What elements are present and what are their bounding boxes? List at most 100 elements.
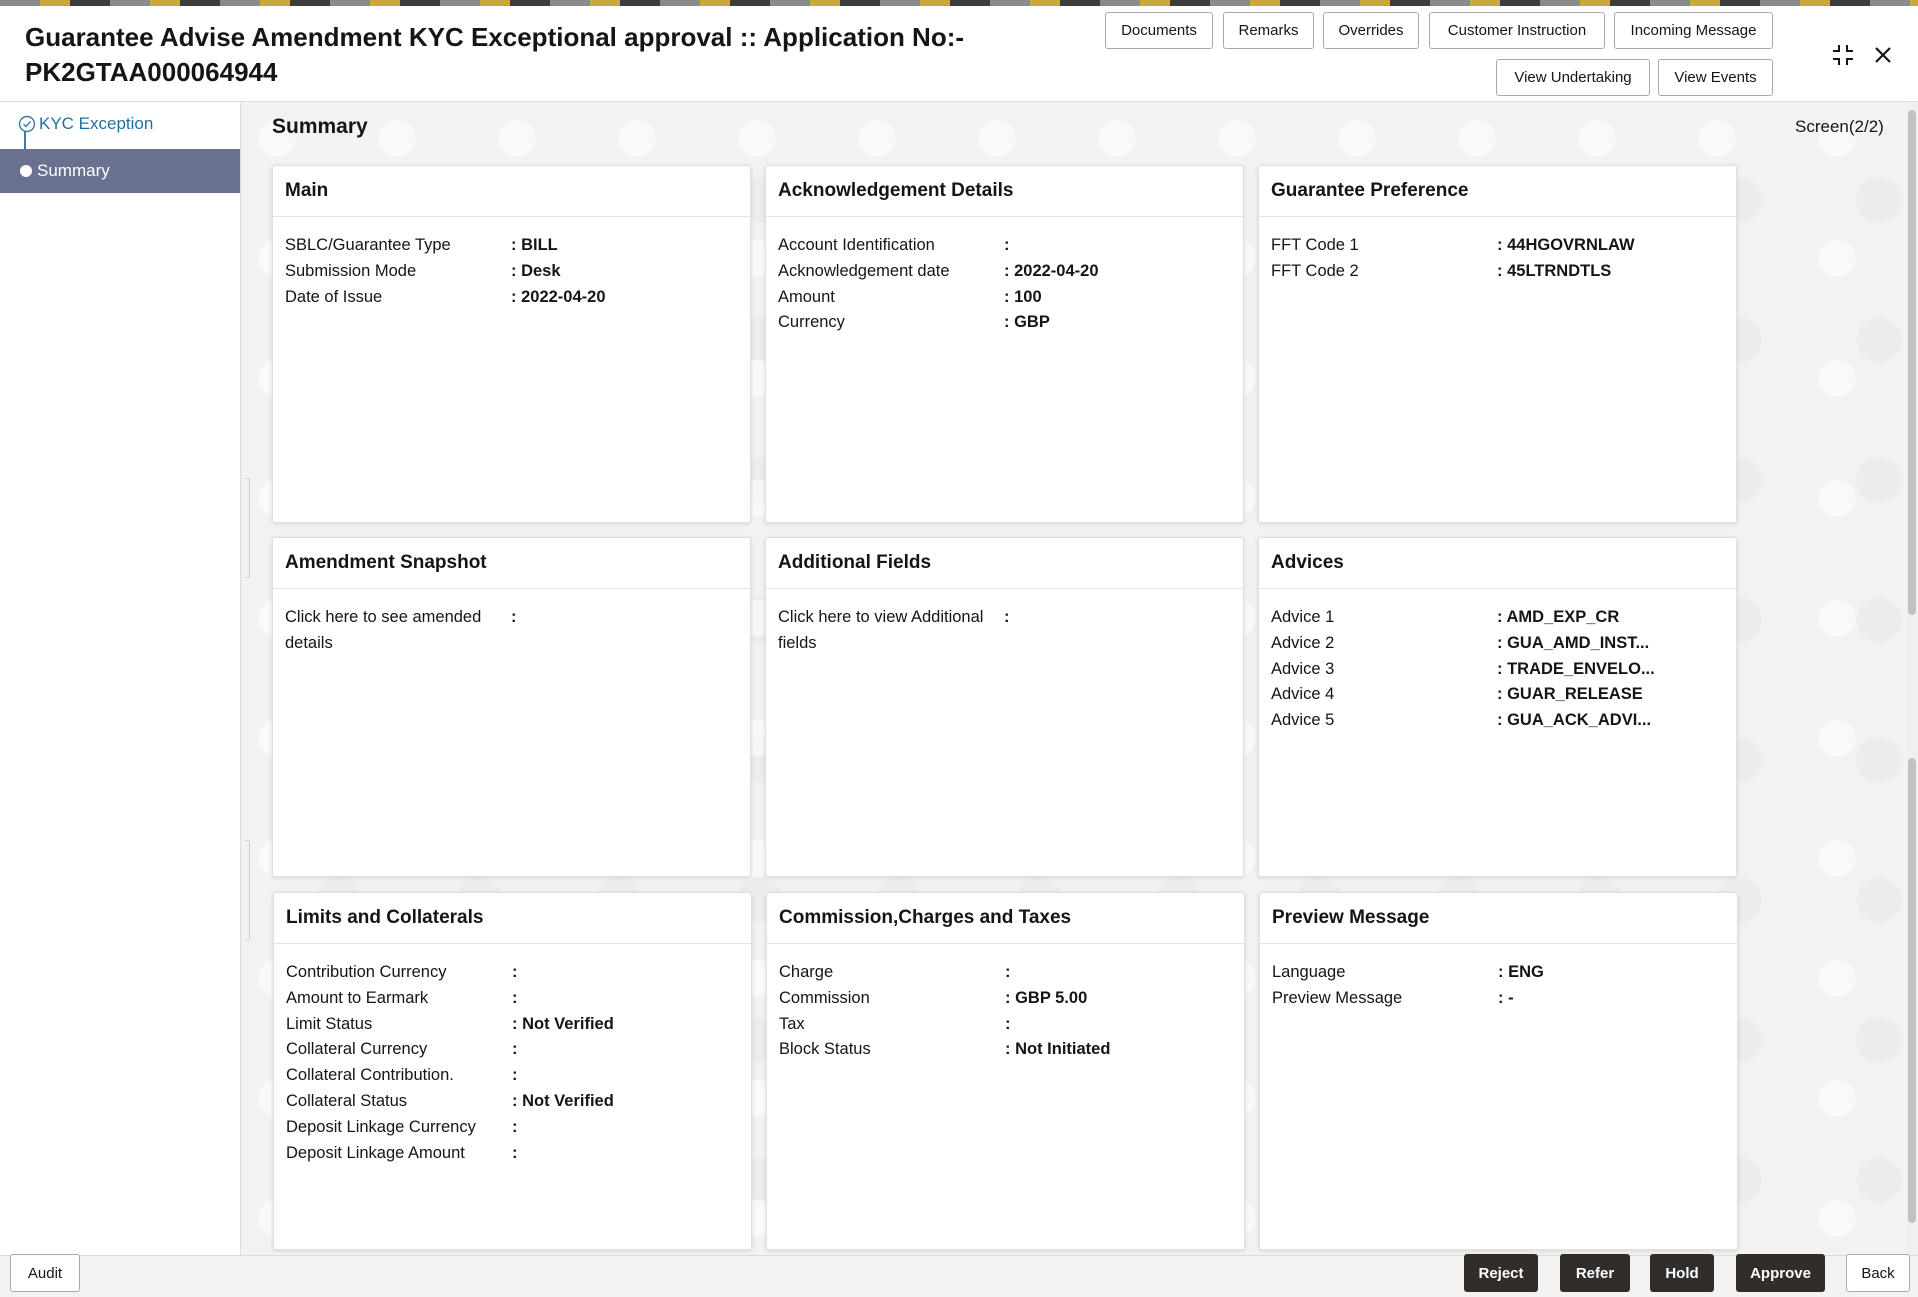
audit-button[interactable]: Audit	[10, 1254, 80, 1292]
field-value	[1005, 1012, 1011, 1038]
panel-resize-handle[interactable]	[245, 478, 250, 578]
field-row: Amount100	[778, 285, 1231, 311]
screen-indicator: Screen(2/2)	[1795, 117, 1884, 137]
customer-instruction-button[interactable]: Customer Instruction	[1429, 12, 1605, 49]
field-label: Advice 5	[1271, 708, 1497, 734]
view-events-button[interactable]: View Events	[1658, 59, 1773, 96]
field-value	[512, 1115, 518, 1141]
card-additional-fields: Additional Fields Click here to view Add…	[765, 537, 1244, 877]
reject-button[interactable]: Reject	[1464, 1254, 1538, 1292]
card-title[interactable]: Main	[273, 166, 750, 217]
field-label: Deposit Linkage Currency	[286, 1115, 512, 1141]
field-label: Amount	[778, 285, 1004, 311]
field-row: Advice 3TRADE_ENVELO...	[1271, 657, 1724, 683]
field-value: 2022-04-20	[511, 285, 606, 311]
card-title[interactable]: Amendment Snapshot	[273, 538, 750, 589]
field-value	[1005, 960, 1011, 986]
documents-button[interactable]: Documents	[1105, 12, 1213, 49]
footer-bar	[0, 1255, 1918, 1297]
field-row: Advice 5GUA_ACK_ADVI...	[1271, 708, 1724, 734]
card-preview-message: Preview Message LanguageENGPreview Messa…	[1259, 892, 1738, 1250]
field-row: LanguageENG	[1272, 960, 1725, 986]
check-circle-icon	[18, 115, 36, 133]
field-row: Advice 1AMD_EXP_CR	[1271, 605, 1724, 631]
field-value: ENG	[1498, 960, 1544, 986]
field-value: 2022-04-20	[1004, 259, 1099, 285]
field-label: Submission Mode	[285, 259, 511, 285]
field-row: Collateral StatusNot Verified	[286, 1089, 739, 1115]
card-title[interactable]: Preview Message	[1260, 893, 1737, 944]
field-value: GUA_AMD_INST...	[1497, 631, 1649, 657]
sidebar-step-summary[interactable]: Summary	[0, 149, 240, 193]
field-row: Advice 2GUA_AMD_INST...	[1271, 631, 1724, 657]
field-label: Collateral Contribution.	[286, 1063, 512, 1089]
collapse-icon[interactable]	[1828, 40, 1858, 70]
card-title[interactable]: Commission,Charges and Taxes	[767, 893, 1244, 944]
field-row: Account Identification	[778, 233, 1231, 259]
field-label[interactable]: Click here to view Additional fields	[778, 605, 1004, 657]
field-row: Collateral Contribution.	[286, 1063, 739, 1089]
field-value: Not Verified	[512, 1012, 614, 1038]
field-row: Submission ModeDesk	[285, 259, 738, 285]
card-title[interactable]: Additional Fields	[766, 538, 1243, 589]
field-value	[512, 986, 518, 1012]
field-row: Preview Message-	[1272, 986, 1725, 1012]
field-label: Block Status	[779, 1037, 1005, 1063]
field-value: 44HGOVRNLAW	[1497, 233, 1635, 259]
summary-title: Summary	[272, 115, 368, 139]
card-title[interactable]: Advices	[1259, 538, 1736, 589]
page-title: Guarantee Advise Amendment KYC Exception…	[25, 20, 1065, 90]
field-row: Block StatusNot Initiated	[779, 1037, 1232, 1063]
field-row: Limit StatusNot Verified	[286, 1012, 739, 1038]
step-label: Summary	[37, 161, 110, 181]
back-button[interactable]: Back	[1846, 1254, 1910, 1292]
field-row: CurrencyGBP	[778, 310, 1231, 336]
field-value: TRADE_ENVELO...	[1497, 657, 1655, 683]
field-value: Not Initiated	[1005, 1037, 1110, 1063]
field-label: Deposit Linkage Amount	[286, 1141, 512, 1167]
field-label: Currency	[778, 310, 1004, 336]
field-value: Not Verified	[512, 1089, 614, 1115]
field-value: AMD_EXP_CR	[1497, 605, 1619, 631]
hold-button[interactable]: Hold	[1650, 1254, 1714, 1292]
field-label: FFT Code 1	[1271, 233, 1497, 259]
field-label: Limit Status	[286, 1012, 512, 1038]
card-acknowledgement-details: Acknowledgement Details Account Identifi…	[765, 165, 1244, 523]
view-undertaking-button[interactable]: View Undertaking	[1496, 59, 1650, 96]
remarks-button[interactable]: Remarks	[1223, 12, 1314, 49]
step-label: KYC Exception	[39, 114, 153, 134]
field-row: Date of Issue2022-04-20	[285, 285, 738, 311]
field-row: Collateral Currency	[286, 1037, 739, 1063]
field-label[interactable]: Click here to see amended details	[285, 605, 511, 657]
card-title[interactable]: Limits and Collaterals	[274, 893, 751, 944]
field-label: FFT Code 2	[1271, 259, 1497, 285]
field-value: GUAR_RELEASE	[1497, 682, 1643, 708]
scrollbar-thumb[interactable]	[1908, 110, 1916, 615]
refer-button[interactable]: Refer	[1560, 1254, 1630, 1292]
field-label: Preview Message	[1272, 986, 1498, 1012]
field-label: Acknowledgement date	[778, 259, 1004, 285]
field-label: Collateral Currency	[286, 1037, 512, 1063]
field-row: Click here to see amended details	[285, 605, 738, 657]
field-row: Advice 4GUAR_RELEASE	[1271, 682, 1724, 708]
card-advices: Advices Advice 1AMD_EXP_CRAdvice 2GUA_AM…	[1258, 537, 1737, 877]
field-value	[1004, 233, 1010, 259]
card-title[interactable]: Acknowledgement Details	[766, 166, 1243, 217]
field-value	[511, 605, 517, 657]
scrollbar-thumb[interactable]	[1908, 758, 1916, 1223]
card-limits-and-collaterals: Limits and Collaterals Contribution Curr…	[273, 892, 752, 1250]
overrides-button[interactable]: Overrides	[1323, 12, 1419, 49]
field-value	[512, 1063, 518, 1089]
field-value: GUA_ACK_ADVI...	[1497, 708, 1651, 734]
field-value: BILL	[511, 233, 558, 259]
card-title[interactable]: Guarantee Preference	[1259, 166, 1736, 217]
sidebar-step-kyc-exception[interactable]: KYC Exception	[18, 112, 153, 136]
field-label: Tax	[779, 1012, 1005, 1038]
field-row: Amount to Earmark	[286, 986, 739, 1012]
panel-resize-handle[interactable]	[245, 840, 250, 940]
close-icon[interactable]	[1868, 40, 1898, 70]
approve-button[interactable]: Approve	[1736, 1254, 1825, 1292]
incoming-message-button[interactable]: Incoming Message	[1614, 12, 1773, 49]
page-header: Guarantee Advise Amendment KYC Exception…	[0, 6, 1918, 102]
field-label: Date of Issue	[285, 285, 511, 311]
